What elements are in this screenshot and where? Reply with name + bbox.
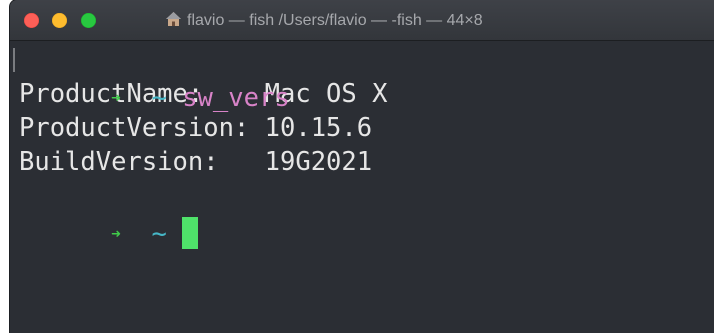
output-line: ProductVersion: 10.15.6 (19, 109, 709, 143)
prompt-line: ➜ ~ (19, 177, 709, 249)
output-value: 19G2021 (264, 147, 373, 177)
mark-bracket (13, 48, 18, 72)
window-title-text: flavio — fish /Users/flavio — -fish — 44… (187, 12, 483, 29)
minimize-button[interactable] (52, 13, 67, 28)
prompt-tilde: ~ (151, 83, 167, 113)
terminal-content[interactable]: ➜ ~ sw_vers ProductName: Mac OS X Produc… (13, 41, 709, 249)
terminal-window: flavio — fish /Users/flavio — -fish — 44… (10, 0, 714, 333)
prompt-tilde: ~ (151, 219, 167, 249)
output-line: BuildVersion: 19G2021 (19, 143, 709, 177)
zoom-button[interactable] (81, 13, 96, 28)
title-bar[interactable]: flavio — fish /Users/flavio — -fish — 44… (10, 0, 714, 41)
close-button[interactable] (24, 13, 39, 28)
window-title: flavio — fish /Users/flavio — -fish — 44… (165, 0, 483, 40)
command-text: sw_vers (182, 83, 290, 113)
command-line: ➜ ~ sw_vers (13, 41, 709, 113)
prompt-arrow-icon: ➜ (111, 88, 121, 107)
prompt-arrow-icon: ➜ (111, 224, 121, 243)
text-cursor (182, 217, 199, 249)
output-value: 10.15.6 (264, 113, 373, 143)
home-icon (166, 12, 181, 26)
